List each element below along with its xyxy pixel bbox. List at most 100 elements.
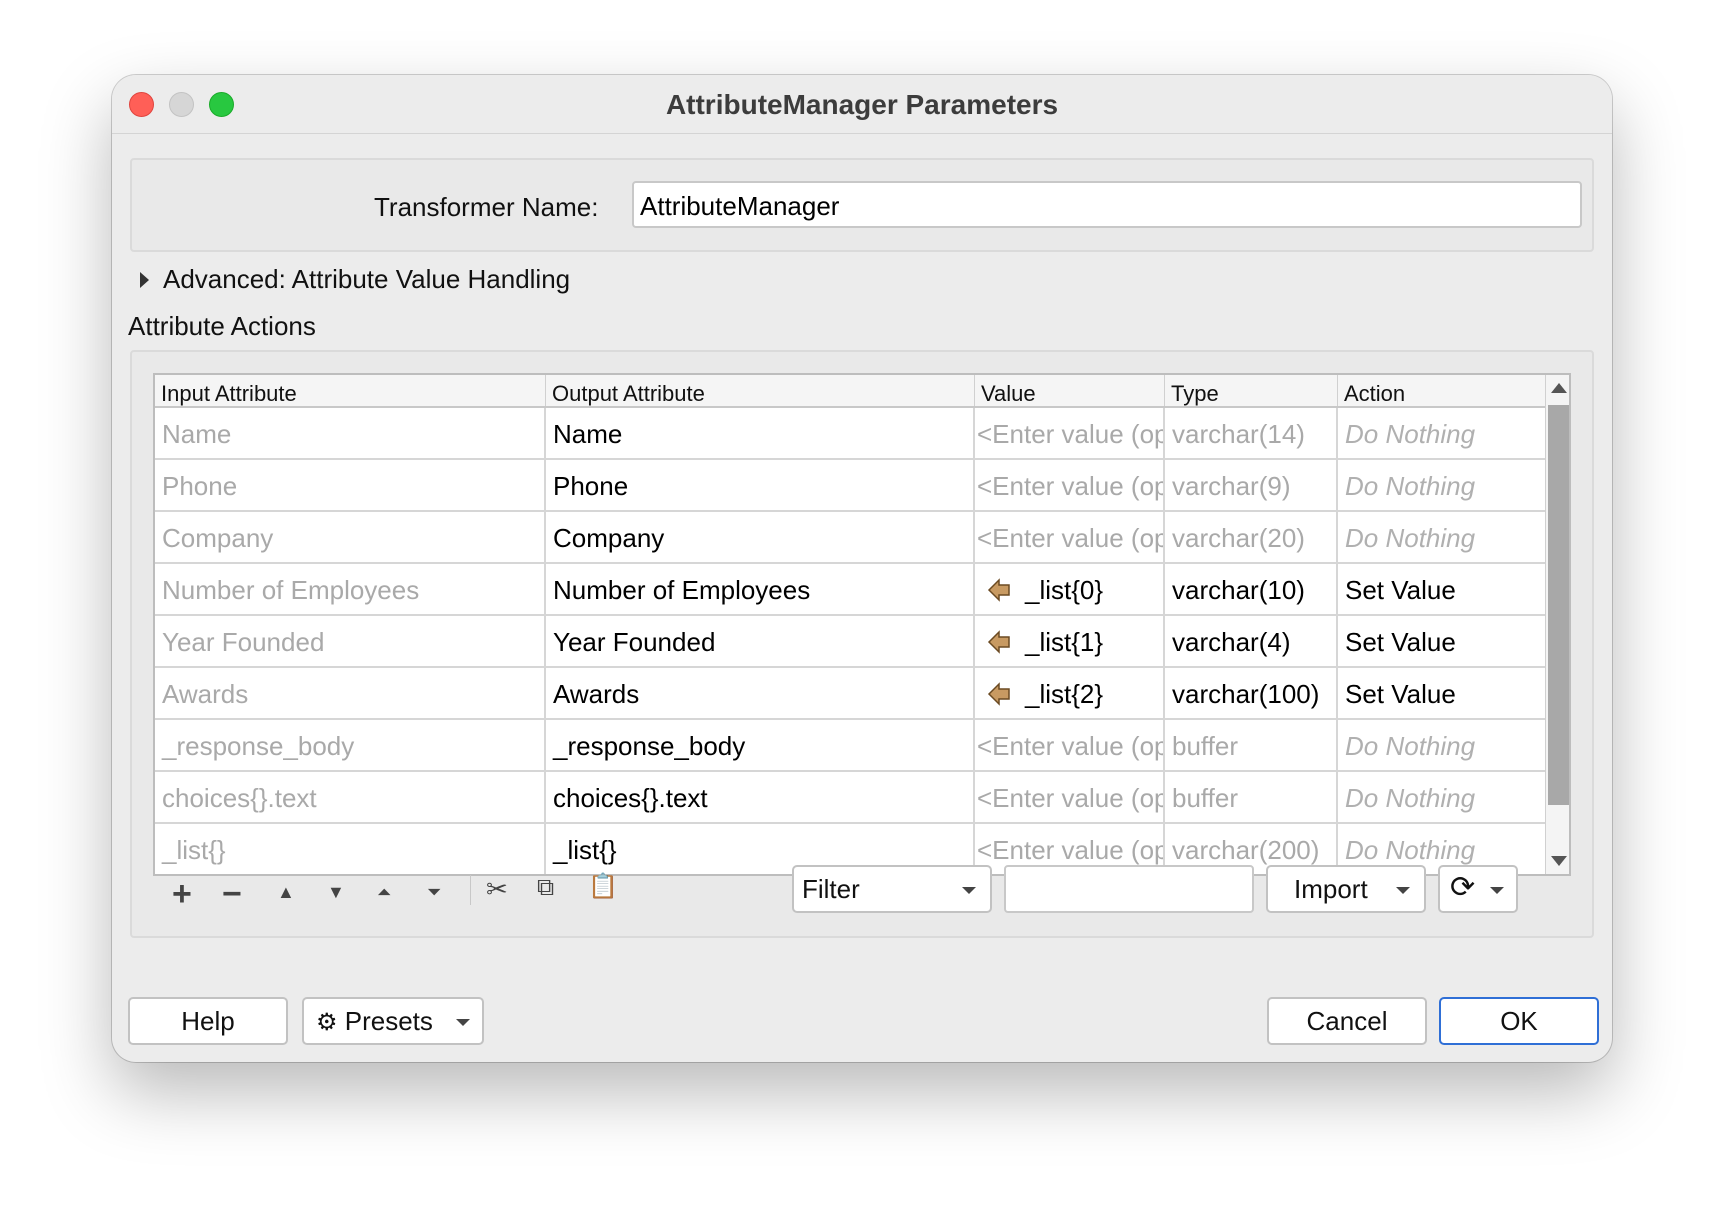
value-cell[interactable]: <Enter value (optional)> [975, 512, 1165, 562]
cancel-button[interactable]: Cancel [1267, 997, 1427, 1045]
chevron-down-icon [1490, 887, 1504, 894]
copy-icon[interactable]: ⧉ [537, 874, 554, 902]
table-row[interactable]: PhonePhone<Enter value (optional)>varcha… [155, 460, 1545, 512]
presets-button[interactable]: ⚙ Presets [302, 997, 484, 1045]
action-cell[interactable]: Set Value [1338, 564, 1545, 614]
table-row[interactable]: Year Founded Year Founded _list{1} varchar(… [155, 616, 1545, 668]
filter-text-input[interactable] [1004, 865, 1254, 913]
attribute-actions-group: Input Attribute Output Attribute Value T… [130, 350, 1594, 938]
type-cell[interactable]: varchar(100) [1165, 668, 1338, 718]
help-button[interactable]: Help [128, 997, 288, 1045]
output-attribute-cell[interactable]: Year Founded [546, 616, 975, 666]
transformer-name-label: Transformer Name: [374, 192, 599, 222]
attribute-table: Input Attribute Output Attribute Value T… [153, 373, 1571, 876]
move-down-icon[interactable]: ▼ [327, 882, 345, 903]
table-row[interactable]: Awards Awards _list{2} varchar(100) Set Valu… [155, 668, 1545, 720]
scroll-up-icon[interactable] [1551, 383, 1567, 393]
attribute-value-icon [987, 578, 1010, 602]
input-attribute-cell[interactable]: Number of Employees [155, 564, 546, 614]
header-type[interactable]: Type [1165, 375, 1338, 406]
table-row[interactable]: choices{}.text choices{}.text <Enter value… [155, 772, 1545, 824]
expand-arrow-icon[interactable] [140, 272, 149, 288]
value-cell[interactable]: <Enter value (optional)> [975, 772, 1165, 822]
value-text: _list{2} [1025, 679, 1104, 709]
action-cell[interactable]: Do Nothing [1338, 460, 1545, 510]
output-attribute-cell[interactable]: Awards [546, 668, 975, 718]
input-attribute-cell[interactable]: Year Founded [155, 616, 546, 666]
output-attribute-cell[interactable]: choices{}.text [546, 772, 975, 822]
ok-button[interactable]: OK [1439, 997, 1599, 1045]
table-row[interactable]: _response_body _response_body <Enter value… [155, 720, 1545, 772]
table-row[interactable]: Number of Employees Number of Employees _l… [155, 564, 1545, 616]
type-cell[interactable]: buffer [1165, 720, 1338, 770]
table-row[interactable]: CompanyCompany<Enter value (optional)>va… [155, 512, 1545, 564]
refresh-icon: ⟳ [1450, 871, 1476, 904]
header-action[interactable]: Action [1338, 375, 1545, 406]
value-text: _list{1} [1025, 627, 1104, 657]
action-cell[interactable]: Set Value [1338, 616, 1545, 666]
attribute-actions-title: Attribute Actions [128, 311, 316, 341]
transformer-name-group: Transformer Name: AttributeManager [130, 158, 1594, 252]
move-bottom-icon[interactable]: ⏷ [427, 882, 441, 903]
scroll-down-icon[interactable] [1551, 856, 1567, 866]
value-cell[interactable]: _list{2} [975, 668, 1165, 718]
action-cell[interactable]: Do Nothing [1338, 408, 1545, 458]
action-cell[interactable]: Do Nothing [1338, 512, 1545, 562]
refresh-button[interactable]: ⟳ [1438, 865, 1518, 913]
header-output-attribute[interactable]: Output Attribute [546, 375, 975, 406]
value-cell[interactable]: <Enter value (optional)> [975, 408, 1165, 458]
value-cell[interactable]: <Enter value (optional)> [975, 720, 1165, 770]
scrollbar-thumb[interactable] [1548, 405, 1569, 805]
value-text: _list{0} [1025, 575, 1104, 605]
type-cell[interactable]: varchar(10) [1165, 564, 1338, 614]
cut-icon[interactable]: ✂ [486, 874, 508, 905]
type-cell[interactable]: varchar(14) [1165, 408, 1338, 458]
paste-icon[interactable]: 📋 [588, 872, 618, 901]
move-top-icon[interactable]: ⏶ [377, 882, 391, 903]
input-attribute-cell[interactable]: Name [155, 408, 546, 458]
value-cell[interactable]: <Enter value (optional)> [975, 460, 1165, 510]
gear-icon: ⚙ [316, 1009, 338, 1036]
type-cell[interactable]: varchar(9) [1165, 460, 1338, 510]
filter-dropdown[interactable]: Filter [792, 865, 992, 913]
input-attribute-cell[interactable]: choices{}.text [155, 772, 546, 822]
header-value[interactable]: Value [975, 375, 1165, 406]
header-input-attribute[interactable]: Input Attribute [155, 375, 546, 406]
import-button[interactable]: Import [1266, 865, 1426, 913]
input-attribute-cell[interactable]: _list{} [155, 824, 546, 874]
remove-icon[interactable]: − [222, 875, 242, 914]
value-cell[interactable]: _list{0} [975, 564, 1165, 614]
presets-button-label: Presets [344, 1006, 433, 1036]
type-cell[interactable]: varchar(4) [1165, 616, 1338, 666]
type-cell[interactable]: buffer [1165, 772, 1338, 822]
value-cell[interactable]: _list{1} [975, 616, 1165, 666]
output-attribute-cell[interactable]: Phone [546, 460, 975, 510]
move-up-icon[interactable]: ▲ [277, 882, 295, 903]
table-row[interactable]: NameName<Enter value (optional)>varchar(… [155, 408, 1545, 460]
vertical-scrollbar[interactable] [1545, 375, 1569, 874]
action-cell[interactable]: Do Nothing [1338, 772, 1545, 822]
import-button-label: Import [1294, 874, 1368, 904]
transformer-name-input[interactable]: AttributeManager [632, 181, 1582, 228]
input-attribute-cell[interactable]: Phone [155, 460, 546, 510]
window-title: AttributeManager Parameters [665, 89, 1059, 120]
chevron-down-icon [962, 887, 976, 894]
chevron-down-icon [1396, 887, 1410, 894]
action-cell[interactable]: Do Nothing [1338, 720, 1545, 770]
title-bar: AttributeManager Parameters [112, 75, 1612, 134]
add-icon[interactable]: + [172, 875, 192, 914]
filter-dropdown-label: Filter [802, 874, 860, 904]
input-attribute-cell[interactable]: Company [155, 512, 546, 562]
input-attribute-cell[interactable]: _response_body [155, 720, 546, 770]
output-attribute-cell[interactable]: _response_body [546, 720, 975, 770]
toolbar-separator [470, 875, 471, 905]
type-cell[interactable]: varchar(20) [1165, 512, 1338, 562]
output-attribute-cell[interactable]: Company [546, 512, 975, 562]
chevron-down-icon [456, 1019, 470, 1026]
input-attribute-cell[interactable]: Awards [155, 668, 546, 718]
output-attribute-cell[interactable]: Name [546, 408, 975, 458]
advanced-section-toggle[interactable]: Advanced: Attribute Value Handling [163, 264, 570, 295]
output-attribute-cell[interactable]: Number of Employees [546, 564, 975, 614]
action-cell[interactable]: Set Value [1338, 668, 1545, 718]
attribute-value-icon [987, 682, 1010, 706]
